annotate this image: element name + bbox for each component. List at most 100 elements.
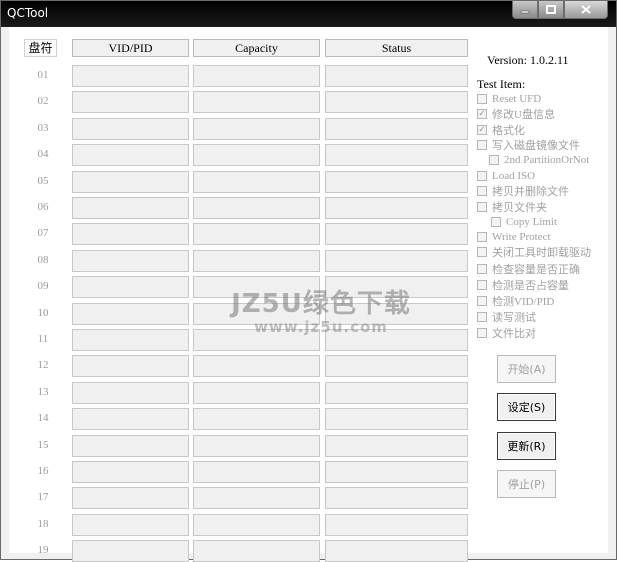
capacity-cell	[193, 461, 320, 483]
capacity-cell	[193, 91, 320, 114]
row-number: 06	[37, 201, 49, 213]
test-item-label: 拷贝并删除文件	[492, 186, 569, 198]
vid-pid-cell	[72, 91, 189, 114]
capacity-cell	[193, 487, 320, 510]
test-item-option[interactable]: 拷贝并删除文件	[477, 184, 569, 198]
test-item-option[interactable]: 文件比对	[477, 326, 536, 340]
test-item-option[interactable]: Load ISO	[477, 169, 535, 183]
row-number: 02	[37, 95, 49, 108]
status-cell	[325, 117, 468, 140]
row-number: 14	[37, 412, 49, 425]
test-item-option[interactable]: ✓ 格式化	[477, 123, 525, 137]
test-item-option[interactable]: 写入磁盘镜像文件	[477, 138, 580, 152]
vid-pid-cell	[72, 355, 189, 378]
test-item-option[interactable]: Write Protect	[477, 230, 551, 244]
row-number: 03	[37, 121, 49, 134]
update-button[interactable]: 更新(R)	[497, 432, 556, 460]
test-item-label: 文件比对	[492, 328, 536, 340]
table-row: 16	[9, 461, 479, 483]
checkbox-checked-icon[interactable]: ✓	[477, 109, 487, 119]
status-cell	[325, 381, 468, 404]
status-cell	[325, 355, 468, 378]
test-item-option[interactable]: 读写测试	[477, 310, 536, 324]
test-item-option[interactable]: 检测VID/PID	[477, 294, 554, 308]
maximize-button[interactable]	[538, 1, 564, 19]
vid-pid-cell	[72, 249, 189, 272]
vid-pid-cell	[72, 170, 189, 193]
test-item-label: 写入磁盘镜像文件	[492, 140, 580, 152]
checkbox-icon[interactable]	[477, 232, 487, 242]
status-cell	[325, 170, 468, 193]
status-cell	[325, 223, 468, 246]
checkbox-icon[interactable]	[477, 264, 487, 274]
column-header-drive[interactable]: 盘符	[24, 39, 57, 57]
test-item-label: 检测VID/PID	[492, 296, 555, 308]
test-item-option[interactable]: 关闭工具时卸载驱动	[477, 245, 591, 259]
checkbox-icon[interactable]	[489, 155, 499, 165]
vid-pid-cell	[72, 302, 189, 325]
test-item-label: 修改U盘信息	[492, 109, 555, 121]
minimize-button[interactable]	[512, 1, 538, 19]
checkbox-icon[interactable]	[477, 247, 487, 257]
capacity-cell	[193, 170, 320, 193]
column-header-status[interactable]: Status	[325, 39, 468, 57]
test-item-option[interactable]: 拷贝文件夹	[477, 200, 547, 214]
test-item-label: Copy Limit	[506, 216, 558, 228]
vid-pid-cell	[72, 487, 189, 510]
test-item-label: Reset UFD	[492, 93, 542, 105]
capacity-cell	[193, 144, 320, 167]
capacity-cell	[193, 329, 320, 351]
settings-button[interactable]: 设定(S)	[497, 393, 556, 421]
column-header-vid-pid[interactable]: VID/PID	[72, 39, 189, 57]
table-row: 09	[9, 276, 479, 299]
test-item-option[interactable]: 检查容量是否正确	[477, 262, 580, 276]
test-item-option[interactable]: Copy Limit	[491, 215, 557, 229]
client-area: 盘符 VID/PID Capacity Status 01 02 03 04 05 06 0…	[9, 27, 608, 562]
column-header-capacity[interactable]: Capacity	[193, 39, 320, 57]
checkbox-icon[interactable]	[477, 202, 487, 212]
checkbox-icon[interactable]	[477, 280, 487, 290]
checkbox-icon[interactable]	[477, 296, 487, 306]
table-row: 17	[9, 487, 479, 510]
capacity-cell	[193, 197, 320, 219]
test-item-label: 关闭工具时卸载驱动	[492, 247, 591, 259]
close-button[interactable]	[564, 1, 608, 19]
test-item-option[interactable]: Reset UFD	[477, 92, 541, 106]
capacity-cell	[193, 276, 320, 299]
table-row: 14	[9, 408, 479, 431]
status-cell	[325, 540, 468, 562]
vid-pid-cell	[72, 65, 189, 87]
test-item-label: 检查容量是否正确	[492, 264, 580, 276]
checkbox-icon[interactable]	[477, 171, 487, 181]
capacity-cell	[193, 434, 320, 457]
checkbox-icon[interactable]	[477, 186, 487, 196]
status-cell	[325, 329, 468, 351]
test-item-option[interactable]: 2nd PartitionOrNot	[489, 153, 589, 167]
row-number: 19	[37, 544, 49, 557]
stop-button[interactable]: 停止(P)	[497, 470, 556, 498]
table-row: 04	[9, 144, 479, 167]
title-bar[interactable]: QCTool	[1, 1, 616, 27]
vid-pid-cell	[72, 461, 189, 483]
test-item-label: Load ISO	[492, 170, 536, 182]
row-number: 01	[37, 69, 49, 81]
row-number: 15	[37, 438, 49, 451]
checkbox-icon[interactable]	[491, 217, 501, 227]
table-row: 11	[9, 329, 479, 351]
row-number: 16	[37, 465, 49, 477]
capacity-cell	[193, 355, 320, 378]
checkbox-checked-icon[interactable]: ✓	[477, 125, 487, 135]
checkbox-icon[interactable]	[477, 140, 487, 150]
checkbox-icon[interactable]	[477, 312, 487, 322]
capacity-cell	[193, 117, 320, 140]
checkbox-icon[interactable]	[477, 328, 487, 338]
status-cell	[325, 487, 468, 510]
vid-pid-cell	[72, 117, 189, 140]
test-item-option[interactable]: ✓ 修改U盘信息	[477, 107, 555, 121]
test-item-label: 拷贝文件夹	[492, 202, 547, 214]
status-cell	[325, 276, 468, 299]
test-item-option[interactable]: 检测是否占容量	[477, 278, 569, 292]
capacity-cell	[193, 540, 320, 562]
checkbox-icon[interactable]	[477, 94, 487, 104]
start-button[interactable]: 开始(A)	[497, 355, 556, 383]
